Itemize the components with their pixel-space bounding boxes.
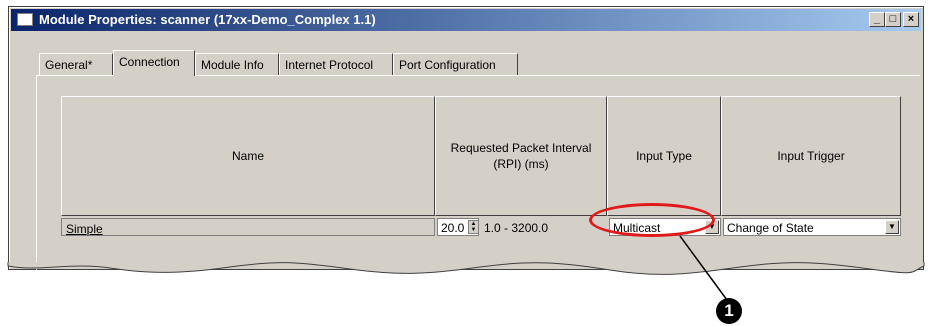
callout-leader-line [679, 235, 728, 301]
tab-connection[interactable]: Connection [113, 50, 195, 76]
callout-number-badge: 1 [716, 298, 742, 324]
